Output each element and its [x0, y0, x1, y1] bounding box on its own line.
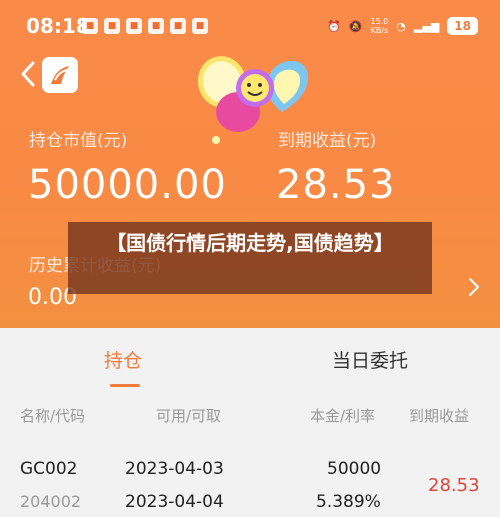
alarm-icon: ⏰	[327, 19, 341, 33]
holdings-panel: 持仓 当日委托 名称/代码 可用/可取 本金/利率 到期收益 GC002 204…	[0, 328, 500, 517]
app-notification-icon: ■	[170, 18, 186, 34]
back-button[interactable]	[16, 60, 40, 88]
column-header-maturity-income: 到期收益	[409, 407, 470, 425]
chevron-left-icon	[21, 61, 35, 87]
status-time: 08:18	[26, 14, 90, 38]
battery-indicator: 18	[447, 17, 478, 35]
maturity-income-value: 28.53	[276, 162, 396, 208]
network-speed: 15.0 KB/s	[370, 17, 388, 35]
maturity-income-label: 到期收益(元)	[278, 131, 377, 151]
holding-value-label: 持仓市值(元)	[29, 131, 128, 151]
system-icons: ⏰ 🔕 15.0 KB/s ◔ ▂▄▆ 18	[327, 17, 478, 35]
status-bar: 08:18 ■ ■ ■ ■ ■ ■ ⏰ 🔕 15.0 KB/s ◔ ▂▄▆ 18	[0, 0, 500, 50]
tab-bar: 持仓 当日委托	[0, 328, 500, 390]
tab-today-orders[interactable]: 当日委托	[332, 346, 408, 373]
withdrawable-date: 2023-04-04	[125, 492, 224, 512]
active-tab-indicator	[110, 384, 140, 387]
holding-value: 50000.00	[28, 162, 227, 208]
available-date: 2023-04-03	[125, 459, 224, 479]
mute-icon: 🔕	[348, 19, 363, 33]
network-speed-value: 15.0	[370, 17, 389, 26]
interest-rate: 5.389%	[316, 492, 381, 512]
tab-holdings[interactable]: 持仓	[104, 346, 142, 373]
row-maturity-income: 28.53	[428, 475, 480, 496]
app-notification-icon: ■	[82, 18, 98, 34]
article-title-banner: 【国债行情后期走势,国债趋势】	[68, 222, 432, 294]
principal-amount: 50000	[327, 459, 382, 479]
notification-icons: ■ ■ ■ ■ ■ ■	[82, 18, 208, 34]
network-speed-unit: KB/s	[370, 26, 389, 35]
wifi-icon: ◔	[396, 19, 406, 33]
logo-icon	[51, 66, 69, 84]
app-logo	[42, 57, 78, 93]
signal-icon: ▂▄▆	[413, 19, 440, 33]
column-header-principal: 本金/利率	[310, 407, 376, 425]
bond-name: GC002	[20, 459, 78, 479]
bond-code: 204002	[20, 492, 82, 511]
column-header-name: 名称/代码	[20, 407, 86, 425]
app-notification-icon: ■	[148, 18, 164, 34]
app-notification-icon: ■	[126, 18, 142, 34]
app-notification-icon: ■	[192, 18, 208, 34]
chevron-right-icon[interactable]	[468, 277, 480, 297]
app-notification-icon: ■	[104, 18, 120, 34]
column-header-available: 可用/可取	[156, 407, 222, 425]
